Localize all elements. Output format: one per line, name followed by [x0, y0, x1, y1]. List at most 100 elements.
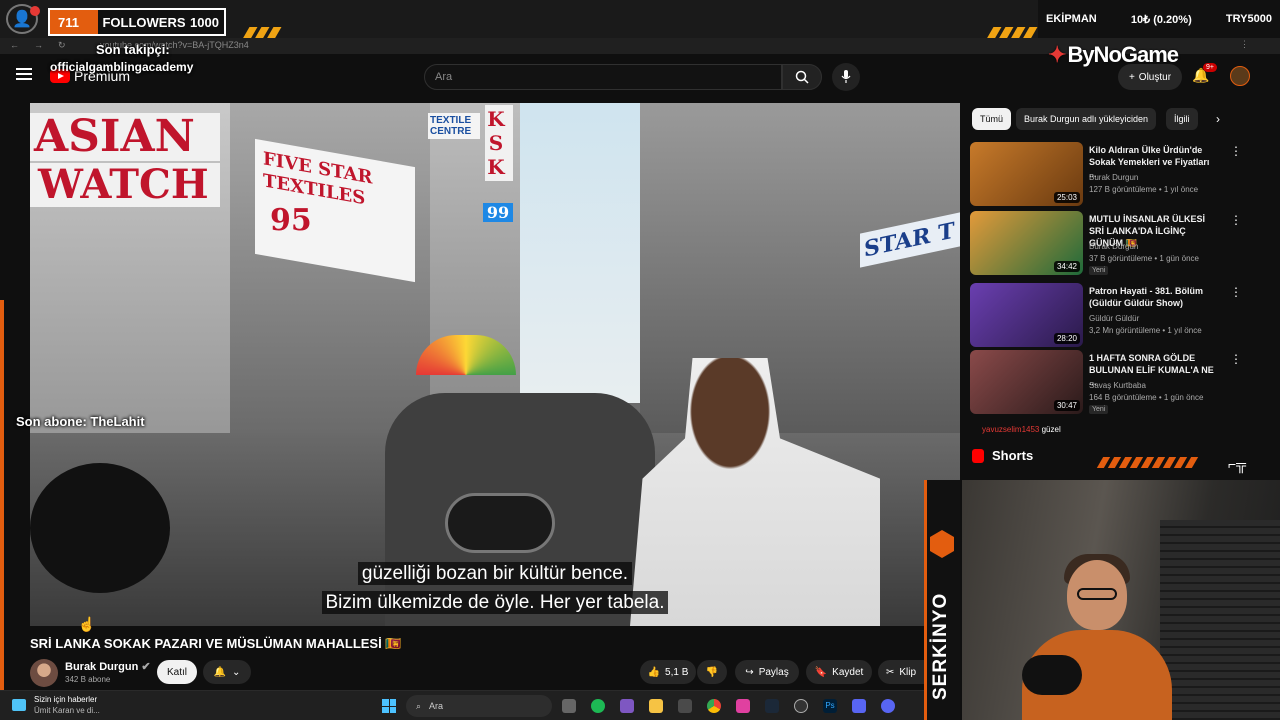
spotify-icon[interactable] — [591, 699, 605, 713]
create-label: Oluştur — [1138, 71, 1172, 83]
more-options-icon[interactable]: ⋮ — [1230, 285, 1242, 299]
channel-subscribers: 342 B abone — [65, 675, 111, 684]
gun-icon: ⌐╦ — [1228, 456, 1247, 472]
share-label: Paylaş — [758, 666, 789, 678]
menu-icon[interactable] — [16, 68, 32, 80]
recommendation-thumbnail: 28:20 — [970, 283, 1083, 347]
bynogame-text: ByNoGame — [1067, 42, 1179, 67]
windows-start-icon[interactable] — [382, 699, 396, 713]
share-button[interactable]: ↪ Paylaş — [735, 660, 799, 684]
subtitle-text-1: güzelliği bozan bir kültür bence. — [357, 562, 633, 585]
chevron-down-icon: ⌄ — [232, 666, 241, 678]
store-icon[interactable] — [678, 699, 692, 713]
app-icon[interactable] — [852, 699, 866, 713]
chip-from-uploader[interactable]: Burak Durgun adlı yükleyiciden — [1016, 108, 1157, 130]
search-icon: ⌕ — [416, 700, 422, 711]
chrome-icon[interactable] — [707, 699, 721, 713]
chat-user: yavuzselim1453 — [982, 425, 1040, 434]
search-input[interactable]: Ara — [424, 64, 782, 90]
recommendation-channel: Burak Durgun — [1089, 242, 1139, 251]
join-button[interactable]: Katıl — [157, 660, 197, 684]
webcam-feed — [962, 480, 1280, 720]
search-button[interactable] — [782, 64, 822, 90]
more-options-icon[interactable]: ⋮ — [1230, 213, 1242, 227]
plus-icon: + — [1128, 71, 1135, 83]
discord-icon[interactable] — [881, 699, 895, 713]
recommendation-item[interactable]: 34:42 MUTLU İNSANLAR ÜLKESİ SRİ LANKA'DA… — [970, 211, 1242, 275]
chip-all[interactable]: Tümü — [972, 108, 1012, 130]
video-title: SRİ LANKA SOKAK PAZARI VE MÜSLÜMAN MAHAL… — [30, 636, 402, 651]
voice-search-button[interactable] — [832, 63, 860, 91]
verified-icon: ✔ — [141, 661, 151, 673]
streamer-name: SERKİNYO — [930, 592, 951, 700]
app-icon[interactable] — [620, 699, 634, 713]
save-button[interactable]: 🔖 Kaydet — [806, 660, 872, 684]
share-icon: ↪ — [745, 666, 754, 678]
decor-side-bar — [0, 300, 4, 700]
shop-sign-95: 95 — [270, 203, 312, 238]
recommendation-title: Patron Hayati - 381. Bölüm (Güldür Güldü… — [1089, 286, 1204, 308]
back-icon[interactable]: ← — [10, 40, 19, 50]
mouse-cursor-icon: ☝ — [78, 616, 96, 632]
like-count: 5,1 B — [665, 666, 689, 678]
new-badge: Yeni — [1089, 405, 1109, 414]
thumbs-up-icon: 👍 — [647, 666, 661, 678]
subscribe-bell-button[interactable]: 🔔 ⌄ — [203, 660, 251, 684]
followers-count: 711 — [50, 10, 98, 34]
video-duration: 28:20 — [1053, 333, 1080, 344]
obs-icon[interactable] — [794, 699, 808, 713]
taskbar-search[interactable]: ⌕ Ara — [406, 695, 552, 717]
news-widget-title[interactable]: Sizin için haberler — [34, 695, 97, 704]
notification-badge: 9+ — [1203, 63, 1217, 72]
recommendation-thumbnail: 30:47 — [970, 350, 1083, 414]
file-explorer-icon[interactable] — [649, 699, 663, 713]
news-widget-icon[interactable] — [12, 699, 26, 711]
video-player[interactable]: ASIAN WATCH FIVE STAR TEXTILES 95 TEXTIL… — [30, 103, 960, 626]
video-frame-sky — [520, 103, 640, 403]
channel-name-text: Burak Durgun — [65, 661, 139, 673]
video-duration: 25:03 — [1053, 192, 1080, 203]
forward-icon[interactable]: → — [34, 40, 43, 50]
shorts-header[interactable]: Shorts — [972, 448, 1033, 463]
recommendation-item[interactable]: 30:47 1 HAFTA SONRA GÖLDE BULUNAN ELİF K… — [970, 350, 1242, 414]
taskbar-search-label: Ara — [429, 701, 444, 711]
app-icon[interactable] — [736, 699, 750, 713]
account-avatar[interactable] — [1230, 66, 1250, 86]
reload-icon[interactable]: ↻ — [58, 40, 66, 51]
last-subscriber: Son abone: TheLahit — [16, 414, 145, 429]
news-widget-headline[interactable]: Ümit Karan ve di... — [34, 706, 100, 715]
taskview-icon[interactable] — [562, 699, 576, 713]
donation-ticker: EKİPMAN 10₺ (0.20%) TRY5000 — [1038, 0, 1280, 38]
screen: 👤 711 FOLLOWERS 1000 EKİPMAN 10₺ (0.20%)… — [0, 0, 1280, 720]
chat-message: yavuzselim1453 güzel — [982, 425, 1061, 434]
channel-name[interactable]: Burak Durgun ✔ — [65, 660, 151, 673]
recommendation-meta: 3,2 Mn görüntüleme • 1 yıl önce — [1089, 326, 1202, 335]
ticker-mid: 10₺ (0.20%) — [1130, 13, 1192, 26]
more-options-icon[interactable]: ⋮ — [1230, 144, 1242, 158]
bookmark-icon: 🔖 — [814, 666, 828, 678]
recommendation-item[interactable]: 28:20 Patron Hayati - 381. Bölüm (Güldür… — [970, 283, 1242, 347]
thumbs-down-icon: 👎 — [705, 666, 719, 678]
last-follower-label: Son takipçi: — [96, 42, 170, 57]
clip-button[interactable]: ✂ Klip — [878, 660, 924, 684]
steam-icon[interactable] — [765, 699, 779, 713]
shop-sign-watch: WATCH — [30, 163, 220, 207]
chevron-right-icon[interactable]: › — [1216, 112, 1220, 126]
recommendation-meta: 127 B görüntüleme • 1 yıl önce — [1089, 185, 1199, 194]
like-button[interactable]: 👍 5,1 B — [640, 660, 696, 684]
ticker-left: EKİPMAN — [1046, 13, 1097, 25]
webcam-background — [1160, 520, 1280, 720]
subtitle-line-1: güzelliği bozan bir kültür bence. — [30, 562, 960, 585]
video-duration: 30:47 — [1053, 400, 1080, 411]
dislike-button[interactable]: 👎 — [697, 660, 727, 684]
last-follower-name: officialgamblingacademy — [50, 60, 194, 74]
chip-related[interactable]: İlgili — [1166, 108, 1198, 130]
channel-avatar[interactable] — [30, 659, 58, 687]
recommendation-channel: Güldür Güldür — [1089, 314, 1140, 323]
recommendation-channel: Burak Durgun — [1089, 173, 1139, 182]
browser-menu-icon[interactable]: ⋮ — [1240, 39, 1249, 50]
more-options-icon[interactable]: ⋮ — [1230, 352, 1242, 366]
bynogame-flame-icon: ✦ — [1048, 42, 1066, 67]
photoshop-icon[interactable]: Ps — [823, 699, 837, 713]
recommendation-item[interactable]: 25:03 Kilo Aldıran Ülke Ürdün'de Sokak Y… — [970, 142, 1242, 206]
